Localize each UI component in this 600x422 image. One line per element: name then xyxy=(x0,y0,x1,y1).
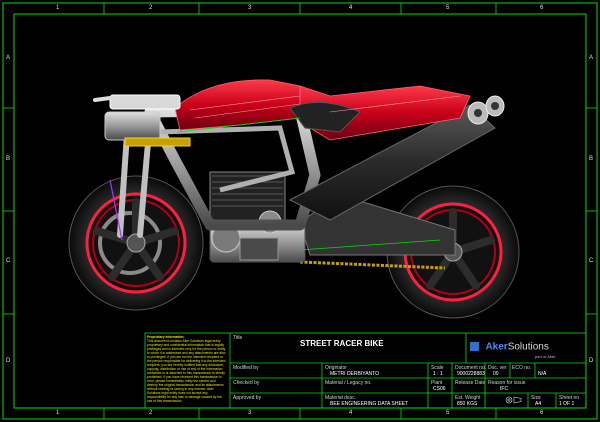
col-label: 5 xyxy=(446,410,450,416)
col-label: 3 xyxy=(248,5,252,11)
sheet-value: 1 OF 1 xyxy=(559,401,575,407)
material-label: Material / Legacy no. xyxy=(325,380,372,386)
reason-value: IFC xyxy=(500,386,509,392)
col-label: 2 xyxy=(149,410,153,416)
row-label: D xyxy=(589,358,594,364)
weight-value: 850 KGS xyxy=(457,401,478,407)
col-label: 6 xyxy=(540,410,544,416)
modified-by-label: Modified by xyxy=(233,365,259,371)
release-label: Release Date xyxy=(455,380,486,386)
material-desc-value: BEE ENGINEERING DATA SHEET xyxy=(330,401,409,407)
col-label: 6 xyxy=(540,5,544,11)
logo-tag: part of Aker xyxy=(535,354,556,359)
col-label: 5 xyxy=(446,5,450,11)
projection-symbol-icon xyxy=(505,396,522,404)
row-label: B xyxy=(6,156,11,162)
scale-value: 1 : 1 xyxy=(433,371,443,377)
col-label: 1 xyxy=(56,410,60,416)
front-wheel xyxy=(68,175,204,311)
col-label: 1 xyxy=(56,5,60,11)
logo-mark-icon xyxy=(470,342,479,352)
drawing-title: STREET RACER BIKE xyxy=(300,339,384,348)
document-value: 9000228883 xyxy=(457,371,485,377)
col-label: 3 xyxy=(248,410,252,416)
col-label: 2 xyxy=(149,5,153,11)
row-label: B xyxy=(589,156,594,162)
title-label: Title xyxy=(233,335,243,341)
col-label: 4 xyxy=(349,5,353,11)
eco-value: N/A xyxy=(538,371,547,377)
proprietary-notice: Proprietary Information This document co… xyxy=(147,335,227,405)
approved-by-label: Approved by xyxy=(233,395,262,401)
doc-ver-value: 00 xyxy=(493,371,499,377)
row-label: D xyxy=(6,358,11,364)
row-label: A xyxy=(6,55,11,61)
logo-brand-a: Aker xyxy=(485,341,508,353)
row-label: C xyxy=(589,258,594,264)
plant-value: CS06 xyxy=(433,386,446,392)
eco-label: ECO no. xyxy=(512,365,532,371)
logo-brand-b: Solutions xyxy=(507,341,549,353)
size-value: A4 xyxy=(535,401,542,407)
col-label: 4 xyxy=(349,410,353,416)
proprietary-body: This document contains Aker Solutions le… xyxy=(147,339,226,403)
checked-by-label: Checked by xyxy=(233,380,260,386)
engine xyxy=(209,171,306,263)
cad-drawing-sheet xyxy=(2,2,598,420)
front-cluster xyxy=(93,94,191,147)
motorcycle-render xyxy=(68,79,520,319)
row-label: C xyxy=(6,258,11,264)
originator-value: METRI DERBIYANTO xyxy=(330,371,379,377)
row-label: A xyxy=(589,55,594,61)
